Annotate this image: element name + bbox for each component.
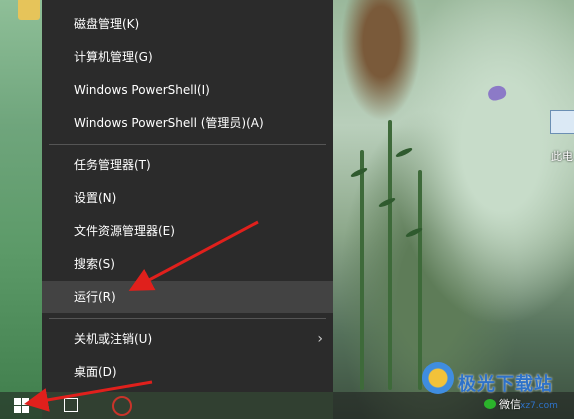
- watermark-url: xz7.com: [520, 401, 558, 411]
- task-view-icon[interactable]: [64, 398, 78, 412]
- desktop-wallpaper-right: [333, 0, 574, 419]
- wechat-text: 微信: [499, 398, 521, 411]
- taskbar-app-icon[interactable]: [112, 396, 132, 416]
- desktop-wallpaper-left: [0, 0, 42, 419]
- winx-context-menu: 磁盘管理(K) 计算机管理(G) Windows PowerShell(I) W…: [42, 0, 333, 392]
- menu-item-disk-management[interactable]: 磁盘管理(K): [42, 8, 333, 40]
- menu-item-search[interactable]: 搜索(S): [42, 248, 333, 280]
- menu-item-powershell[interactable]: Windows PowerShell(I): [42, 74, 333, 106]
- watermark-text: 极光下载站: [458, 374, 553, 395]
- watermark-logo: [422, 362, 454, 394]
- bamboo-stalk: [388, 120, 392, 390]
- menu-item-shutdown-signout[interactable]: 关机或注销(U) ›: [42, 323, 333, 355]
- menu-separator: [49, 318, 326, 319]
- chevron-right-icon: ›: [317, 331, 323, 347]
- menu-item-desktop[interactable]: 桌面(D): [42, 356, 333, 388]
- menu-item-settings[interactable]: 设置(N): [42, 182, 333, 214]
- folder-icon[interactable]: [18, 0, 40, 20]
- this-pc-icon[interactable]: [550, 110, 574, 134]
- menu-item-powershell-admin[interactable]: Windows PowerShell (管理员)(A): [42, 107, 333, 139]
- menu-separator: [49, 144, 326, 145]
- menu-item-shutdown-label: 关机或注销(U): [74, 332, 153, 346]
- wechat-label: 微信: [484, 396, 521, 412]
- menu-item-file-explorer[interactable]: 文件资源管理器(E): [42, 215, 333, 247]
- bamboo-stalk: [360, 150, 364, 390]
- bamboo-stalk: [418, 170, 422, 390]
- menu-item-run[interactable]: 运行(R): [42, 281, 333, 313]
- start-button[interactable]: [0, 392, 42, 419]
- menu-item-computer-management[interactable]: 计算机管理(G): [42, 41, 333, 73]
- menu-item-task-manager[interactable]: 任务管理器(T): [42, 149, 333, 181]
- windows-logo-icon: [13, 398, 29, 413]
- wechat-icon: [484, 399, 496, 409]
- this-pc-label[interactable]: 此电: [551, 148, 573, 164]
